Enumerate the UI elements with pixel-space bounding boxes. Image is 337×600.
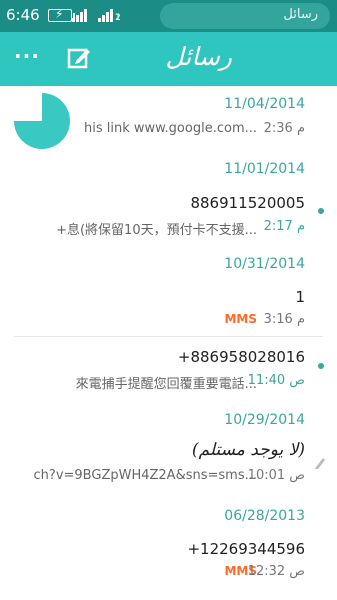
page-title: رسائل xyxy=(165,42,232,71)
app-header: ··· رسائل xyxy=(0,32,337,86)
message-time: 2:36 م xyxy=(263,121,305,136)
search-bar[interactable]: رسائل xyxy=(160,3,330,29)
unread-indicator xyxy=(318,363,324,369)
status-bar: 6:46 ⚡ 2 1 رسائل xyxy=(0,0,337,32)
date-header: 10/31/2014 xyxy=(224,256,305,272)
search-label: رسائل xyxy=(283,7,318,22)
thread-list: 11/04/2014 his link www.google.com... 2:… xyxy=(0,86,337,600)
date-header: 11/04/2014 xyxy=(224,96,305,112)
signal-icon xyxy=(98,9,114,22)
more-horizontal-icon[interactable]: ··· xyxy=(14,44,42,72)
contact-name[interactable]: (لا يوجد مستلم) xyxy=(192,440,305,460)
date-header: 11/01/2014 xyxy=(224,161,305,177)
message-time: 2:17 م xyxy=(263,219,305,234)
date-header: 06/28/2013 xyxy=(224,508,305,524)
compose-icon[interactable] xyxy=(66,45,92,71)
contact-name[interactable]: +12269344596 xyxy=(187,540,305,558)
message-preview: 來電捕手提醒您回覆重要電話... xyxy=(75,377,257,392)
unread-indicator xyxy=(318,208,324,214)
mms-badge: MMS xyxy=(224,312,257,326)
battery-icon: ⚡ xyxy=(48,7,75,22)
signal-icon xyxy=(72,9,88,22)
contact-name[interactable]: +886958028016 xyxy=(178,348,305,366)
message-time: 12:32 ص xyxy=(247,564,305,579)
status-time: 6:46 xyxy=(6,6,40,24)
contact-name[interactable]: 1 xyxy=(295,288,305,306)
contact-name[interactable]: 886911520005 xyxy=(190,194,305,212)
message-preview: ch?v=9BGZpWH4Z2A&sns=sms... xyxy=(33,468,257,483)
divider xyxy=(14,336,323,337)
message-time: 10:01 ص xyxy=(247,468,305,483)
message-preview: his link www.google.com... xyxy=(83,121,257,136)
draft-pencil-icon xyxy=(314,454,326,469)
avatar[interactable] xyxy=(14,93,70,149)
message-preview: +息(將保留10天，預付卡不支援... xyxy=(56,223,257,238)
date-header: 10/29/2014 xyxy=(224,412,305,428)
message-time: 11:40 ص xyxy=(247,373,305,388)
sim-label: 1 xyxy=(115,13,121,23)
message-time: 3:16 م xyxy=(263,312,305,327)
